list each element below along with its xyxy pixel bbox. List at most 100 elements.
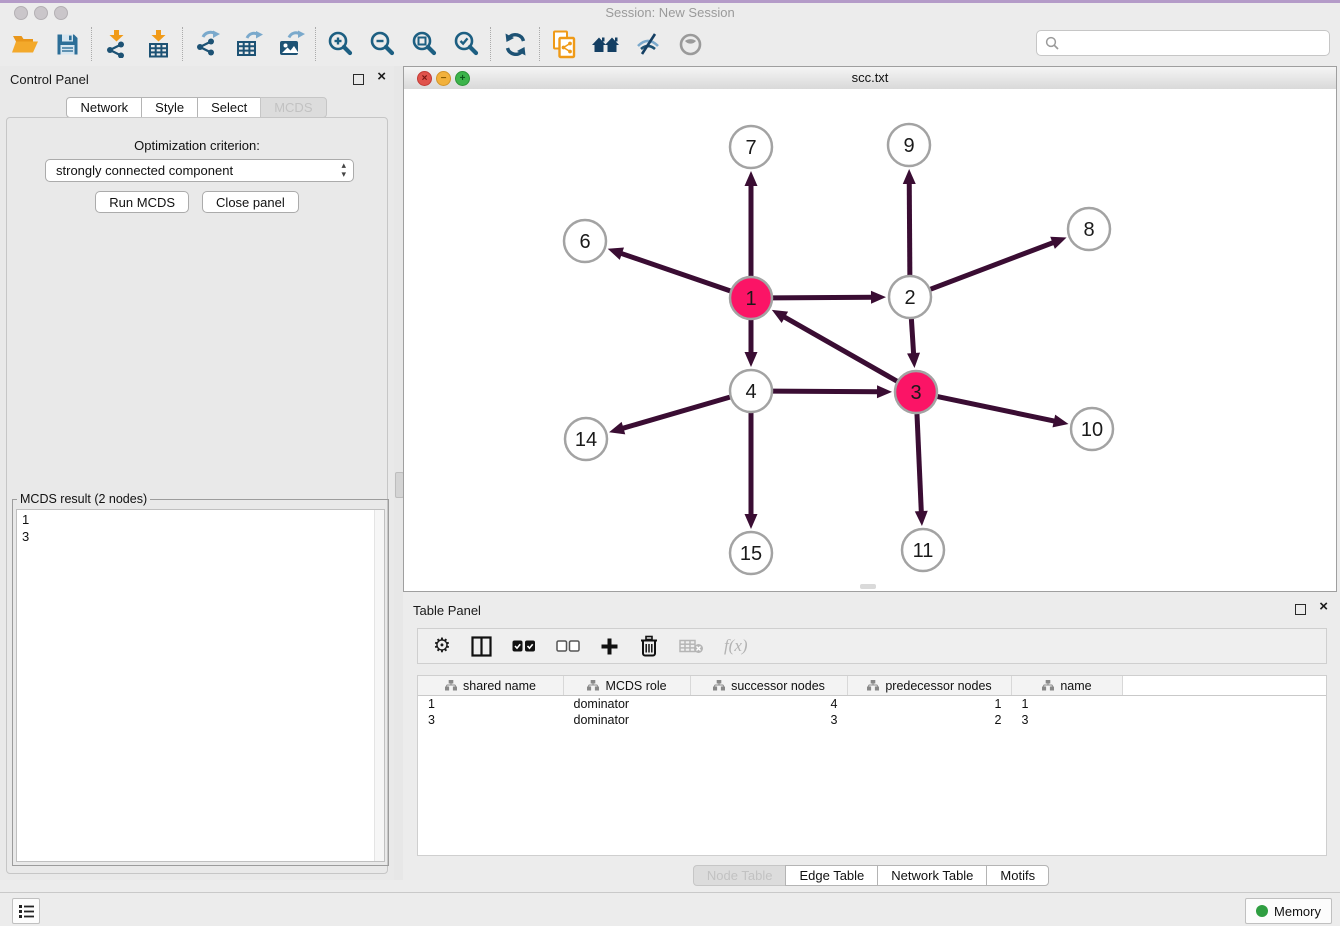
table-panel-close-icon[interactable]: × <box>1319 598 1328 616</box>
close-panel-button[interactable]: Close panel <box>202 191 299 213</box>
memory-button[interactable]: Memory <box>1245 898 1332 924</box>
select-arrows-icon: ▴▾ <box>341 161 346 179</box>
graph-edge-4-3[interactable] <box>773 391 880 392</box>
network-graph[interactable]: 7968124314101511 <box>404 89 1336 592</box>
network-window-titlebar: × − + scc.txt <box>404 67 1336 90</box>
table-panel: Table Panel × ⚙ f(x) <box>403 597 1340 892</box>
function-builder-icon[interactable]: f(x) <box>724 633 748 659</box>
close-window-icon[interactable] <box>14 6 28 20</box>
tab-motifs[interactable]: Motifs <box>986 865 1049 886</box>
table-panel-float-icon[interactable] <box>1295 604 1306 615</box>
unselect-all-columns-icon[interactable] <box>556 633 580 659</box>
tab-select[interactable]: Select <box>197 97 261 118</box>
network-minimize-icon[interactable]: − <box>436 71 451 86</box>
column-type-icon <box>587 680 599 691</box>
graph-edge-arrowhead <box>1050 237 1066 249</box>
graph-edge-2-8[interactable] <box>931 242 1056 289</box>
zoom-out-icon[interactable] <box>361 24 403 64</box>
graph-edge-arrowhead <box>915 511 928 526</box>
graph-edge-arrowhead <box>745 514 758 529</box>
graph-edge-4-14[interactable] <box>621 397 730 429</box>
optimization-criterion-select[interactable]: strongly connected component ▴▾ <box>45 159 354 182</box>
table-cell: 4 <box>691 696 848 713</box>
toolbar-separator <box>539 27 540 61</box>
graph-edge-3-11[interactable] <box>917 414 921 514</box>
table-cell: dominator <box>564 696 691 713</box>
network-title: scc.txt <box>404 67 1336 89</box>
tab-network[interactable]: Network <box>66 97 142 118</box>
table-options-gear-icon[interactable]: ⚙ <box>433 633 451 659</box>
column-header-predecessor-nodes[interactable]: predecessor nodes <box>848 676 1012 696</box>
network-canvas[interactable]: 7968124314101511 <box>404 89 1336 591</box>
window-title: Session: New Session <box>0 3 1340 23</box>
graph-node-label: 6 <box>579 231 590 253</box>
table-cell: 1 <box>1012 696 1123 713</box>
graph-node-label: 1 <box>745 288 756 310</box>
table-panel-title: Table Panel <box>413 603 481 618</box>
toolbar-separator <box>182 27 183 61</box>
zoom-fit-icon[interactable] <box>403 24 445 64</box>
delete-table-icon[interactable] <box>679 633 704 659</box>
network-bottom-handle[interactable] <box>860 584 876 589</box>
table-cell-filler <box>1123 712 1327 728</box>
column-header-filler <box>1123 676 1327 696</box>
table-cell: 3 <box>691 712 848 728</box>
first-neighbors-icon[interactable] <box>585 24 627 64</box>
add-column-icon[interactable] <box>600 633 619 659</box>
hide-selected-icon[interactable] <box>627 24 669 64</box>
graph-edge-3-1[interactable] <box>782 316 897 381</box>
show-graphics-details-icon[interactable] <box>669 24 711 64</box>
import-table-icon[interactable] <box>137 24 179 64</box>
table-header-row[interactable]: shared nameMCDS rolesuccessor nodesprede… <box>418 676 1326 696</box>
save-session-icon[interactable] <box>46 24 88 64</box>
tab-edge-table[interactable]: Edge Table <box>785 865 878 886</box>
zoom-in-icon[interactable] <box>319 24 361 64</box>
import-network-icon[interactable] <box>95 24 137 64</box>
copy-network-icon[interactable] <box>543 24 585 64</box>
application-window: Session: New Session <box>0 0 1340 926</box>
run-mcds-button[interactable]: Run MCDS <box>95 191 189 213</box>
column-header-MCDS-role[interactable]: MCDS role <box>564 676 691 696</box>
mcds-result-text[interactable]: 13 <box>16 509 385 862</box>
column-header-successor-nodes[interactable]: successor nodes <box>691 676 848 696</box>
graph-edge-3-10[interactable] <box>938 397 1057 422</box>
export-table-icon[interactable] <box>228 24 270 64</box>
graph-edge-2-3[interactable] <box>911 319 913 356</box>
table-row[interactable]: 1dominator411 <box>418 696 1326 713</box>
toolbar-separator <box>315 27 316 61</box>
table-cell: 1 <box>418 696 564 713</box>
search-input[interactable] <box>1063 32 1329 54</box>
show-column-panel-icon[interactable] <box>471 633 492 659</box>
column-header-shared-name[interactable]: shared name <box>418 676 564 696</box>
tab-mcds[interactable]: MCDS <box>260 97 326 118</box>
memory-label: Memory <box>1274 904 1321 919</box>
zoom-selected-icon[interactable] <box>445 24 487 64</box>
titlebar: Session: New Session <box>0 3 1340 22</box>
graph-edge-2-9[interactable] <box>909 181 910 275</box>
maximize-window-icon[interactable] <box>54 6 68 20</box>
tab-style[interactable]: Style <box>141 97 198 118</box>
minimize-window-icon[interactable] <box>34 6 48 20</box>
delete-column-icon[interactable] <box>639 633 659 659</box>
export-network-icon[interactable] <box>186 24 228 64</box>
open-file-icon[interactable] <box>4 24 46 64</box>
graph-edge-1-2[interactable] <box>773 297 874 298</box>
control-panel-close-icon[interactable]: × <box>377 68 386 86</box>
node-table: shared nameMCDS rolesuccessor nodesprede… <box>417 675 1327 856</box>
mcds-result-line: 3 <box>22 528 379 545</box>
network-close-icon[interactable]: × <box>417 71 432 86</box>
tab-network-table[interactable]: Network Table <box>877 865 987 886</box>
graph-edge-arrowhead <box>609 422 625 434</box>
task-history-button[interactable] <box>12 898 40 924</box>
graph-edge-1-6[interactable] <box>619 253 730 291</box>
export-image-icon[interactable] <box>270 24 312 64</box>
refresh-layout-icon[interactable] <box>494 24 536 64</box>
table-cell: 3 <box>418 712 564 728</box>
control-panel-float-icon[interactable] <box>353 74 364 85</box>
result-scrollbar[interactable] <box>374 510 384 861</box>
column-header-name[interactable]: name <box>1012 676 1123 696</box>
table-row[interactable]: 3dominator323 <box>418 712 1326 728</box>
select-all-columns-icon[interactable] <box>512 633 536 659</box>
network-maximize-icon[interactable]: + <box>455 71 470 86</box>
tab-node-table[interactable]: Node Table <box>693 865 787 886</box>
